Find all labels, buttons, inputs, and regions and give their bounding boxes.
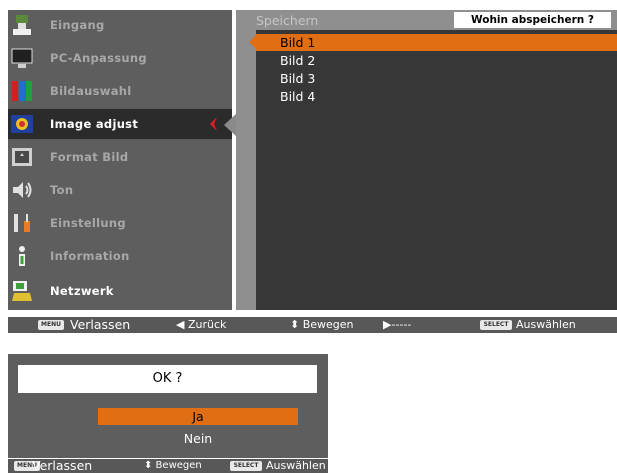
menu-item-label: PC-Anpassung — [50, 51, 147, 65]
menu-item-label: Information — [50, 249, 130, 263]
status-back: ◀ Zurück — [176, 318, 227, 331]
status-select: Auswählen — [266, 459, 326, 472]
chevron-left-icon — [210, 117, 217, 131]
menu-item-label: Einstellung — [50, 216, 126, 230]
menu-item-pc-anpassung[interactable]: PC-Anpassung — [8, 43, 232, 73]
image-select-icon — [12, 81, 32, 101]
main-menu-sidebar: Eingang PC-Anpassung Bildauswahl Image a… — [8, 10, 232, 310]
pc-adjust-icon — [11, 48, 33, 68]
speaker-icon — [13, 182, 32, 198]
submenu-panel: Speichern Wohin abspeichern ? Bild 1 Bil… — [236, 10, 617, 310]
menu-item-format-bild[interactable]: Format Bild — [8, 142, 232, 172]
projector-menu: Eingang PC-Anpassung Bildauswahl Image a… — [0, 0, 617, 337]
menu-item-information[interactable]: Information — [8, 241, 232, 271]
status-next: ▶----- — [383, 318, 412, 331]
confirm-dialog: OK ? Ja Nein — [8, 354, 328, 458]
menu-item-ton[interactable]: Ton — [8, 175, 232, 205]
status-bar: MENU Verlassen ◀ Zurück ⬍ Bewegen ▶-----… — [8, 317, 617, 333]
dialog-status-bar: MENU Verlassen ⬍ Bewegen SELECT Auswähle… — [8, 459, 328, 473]
yes-button[interactable]: Ja — [98, 408, 298, 425]
status-select: Auswählen — [516, 318, 576, 331]
menu-item-label: Eingang — [50, 18, 105, 32]
status-exit: Verlassen — [32, 458, 93, 473]
information-icon — [19, 246, 25, 266]
input-monitor-icon — [13, 15, 31, 35]
menu-item-label: Ton — [50, 183, 74, 197]
dialog-question: OK ? — [18, 365, 317, 393]
status-move: ⬍ Bewegen — [290, 318, 354, 331]
menu-item-label: Image adjust — [50, 117, 139, 131]
option-bild-3[interactable]: Bild 3 — [280, 71, 315, 86]
menu-item-label: Bildauswahl — [50, 84, 132, 98]
menu-key-icon: MENU — [38, 320, 64, 330]
option-bild-1[interactable]: Bild 1 — [280, 35, 315, 50]
select-key-icon: SELECT — [480, 320, 512, 330]
menu-item-eingang[interactable]: Eingang — [8, 10, 232, 40]
menu-item-bildauswahl[interactable]: Bildauswahl — [8, 76, 232, 106]
screen-format-icon — [12, 148, 32, 166]
save-hint: Wohin abspeichern ? — [454, 12, 611, 28]
image-adjust-icon — [11, 115, 33, 133]
option-bild-2[interactable]: Bild 2 — [280, 53, 315, 68]
no-button[interactable]: Nein — [98, 430, 298, 447]
network-icon — [12, 281, 32, 301]
menu-item-label: Netzwerk — [50, 284, 114, 298]
menu-item-netzwerk[interactable]: Netzwerk — [8, 276, 232, 306]
menu-item-einstellung[interactable]: Einstellung — [8, 208, 232, 238]
menu-item-label: Format Bild — [50, 150, 129, 164]
submenu-title: Speichern — [256, 13, 319, 28]
setting-tools-icon — [14, 214, 30, 232]
option-bild-4[interactable]: Bild 4 — [280, 89, 315, 104]
status-exit: Verlassen — [70, 317, 131, 332]
menu-item-image-adjust[interactable]: Image adjust — [8, 109, 232, 139]
status-move: ⬍ Bewegen — [144, 460, 202, 471]
select-key-icon: SELECT — [230, 461, 262, 471]
